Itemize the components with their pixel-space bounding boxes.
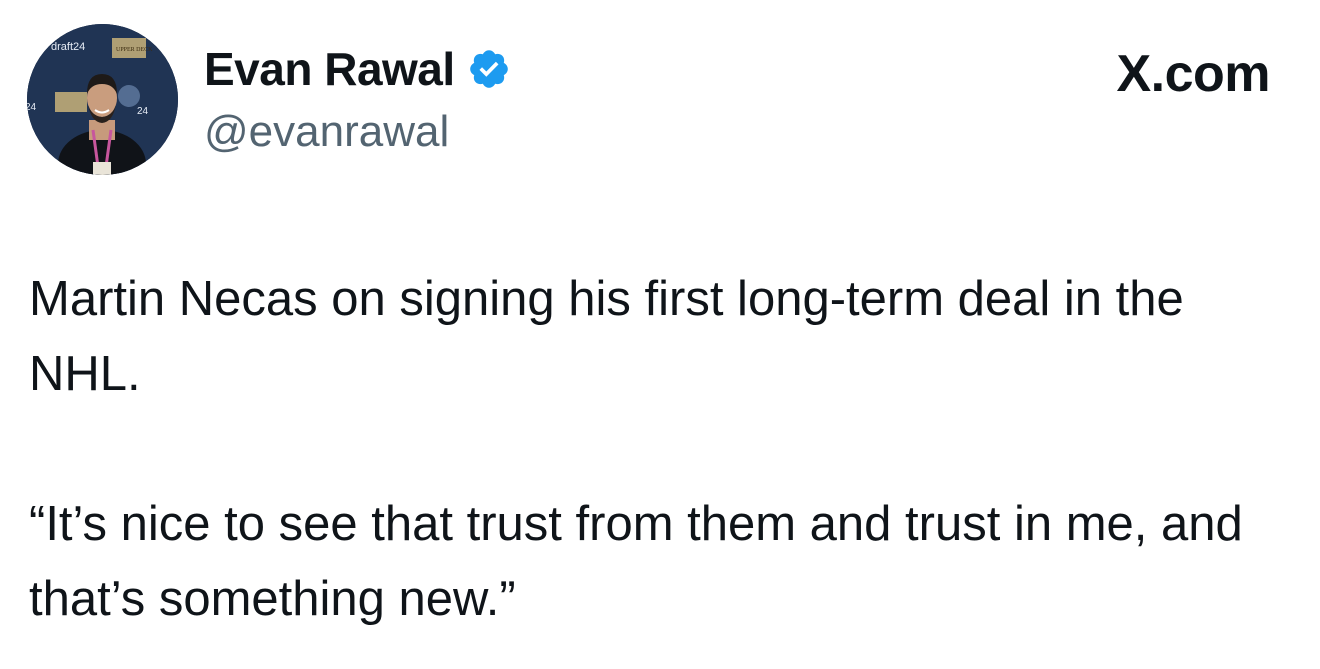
tweet-text: Martin Necas on signing his first long-t…	[29, 262, 1299, 637]
avatar-backdrop-text: draft24	[51, 41, 85, 53]
tweet-paragraph: Martin Necas on signing his first long-t…	[29, 272, 1184, 401]
brand-logo: X.com	[1116, 45, 1270, 103]
author-handle[interactable]: @evanrawal	[204, 105, 449, 159]
tweet-paragraph: “It’s nice to see that trust from them a…	[29, 497, 1243, 626]
verified-badge-icon	[469, 50, 508, 88]
avatar-backdrop-text: 24	[27, 102, 37, 113]
author-display-name[interactable]: Evan Rawal	[204, 42, 455, 96]
avatar-photo: draft24 UPPER DECK 24 24	[27, 24, 178, 175]
avatar[interactable]: draft24 UPPER DECK 24 24	[27, 24, 178, 175]
svg-text:24: 24	[137, 106, 149, 117]
avatar-backdrop-text: UPPER DECK	[116, 47, 153, 53]
author-name-row: Evan Rawal	[204, 42, 511, 96]
